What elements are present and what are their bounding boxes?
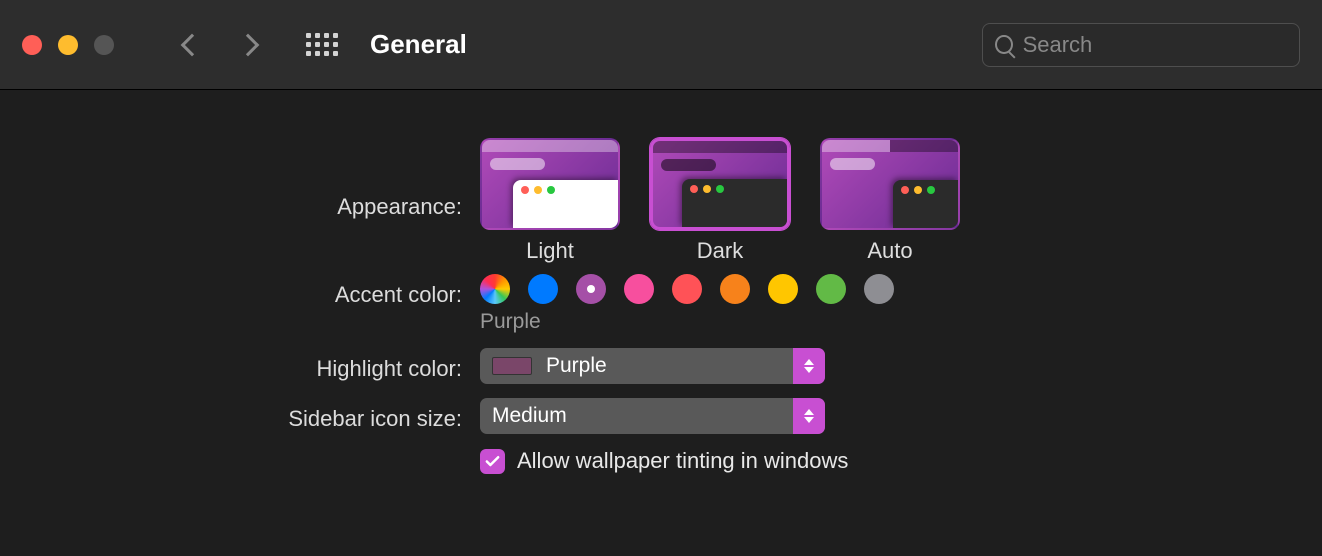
toolbar: General — [0, 0, 1322, 90]
highlight-label: Highlight color: — [0, 348, 480, 382]
search-input[interactable] — [1023, 32, 1287, 58]
sidebar-size-value: Medium — [492, 404, 567, 428]
accent-yellow[interactable] — [768, 274, 798, 304]
show-all-icon[interactable] — [306, 33, 338, 56]
highlight-value: Purple — [546, 354, 607, 378]
content: Appearance: Light D — [0, 90, 1322, 474]
page-title: General — [370, 29, 467, 60]
appearance-auto-label: Auto — [820, 238, 960, 264]
forward-button[interactable] — [237, 33, 260, 56]
accent-selected-label: Purple — [480, 310, 894, 334]
appearance-dark-label: Dark — [650, 238, 790, 264]
appearance-option-light[interactable] — [480, 138, 620, 230]
appearance-option-auto[interactable] — [820, 138, 960, 230]
wallpaper-tint-checkbox[interactable] — [480, 449, 505, 474]
zoom-button[interactable] — [94, 35, 114, 55]
highlight-swatch — [492, 357, 532, 375]
accent-orange[interactable] — [720, 274, 750, 304]
minimize-button[interactable] — [58, 35, 78, 55]
window-controls — [22, 35, 114, 55]
checkmark-icon — [484, 453, 501, 470]
accent-purple[interactable] — [576, 274, 606, 304]
accent-gray[interactable] — [864, 274, 894, 304]
accent-color-options — [480, 274, 894, 304]
search-field[interactable] — [982, 23, 1300, 67]
back-button[interactable] — [181, 33, 204, 56]
appearance-option-dark[interactable] — [650, 138, 790, 230]
accent-red[interactable] — [672, 274, 702, 304]
sidebar-size-label: Sidebar icon size: — [0, 398, 480, 432]
accent-blue[interactable] — [528, 274, 558, 304]
nav-controls — [184, 37, 256, 53]
search-icon — [995, 35, 1013, 54]
highlight-select[interactable]: Purple — [480, 348, 825, 384]
appearance-label: Appearance: — [0, 138, 480, 220]
wallpaper-tint-label: Allow wallpaper tinting in windows — [517, 448, 848, 474]
close-button[interactable] — [22, 35, 42, 55]
sidebar-size-select[interactable]: Medium — [480, 398, 825, 434]
appearance-light-label: Light — [480, 238, 620, 264]
select-stepper-icon — [793, 348, 825, 384]
accent-green[interactable] — [816, 274, 846, 304]
select-stepper-icon — [793, 398, 825, 434]
appearance-options: Light Dark Auto — [480, 138, 960, 264]
accent-label: Accent color: — [0, 274, 480, 308]
accent-pink[interactable] — [624, 274, 654, 304]
accent-multicolor[interactable] — [480, 274, 510, 304]
